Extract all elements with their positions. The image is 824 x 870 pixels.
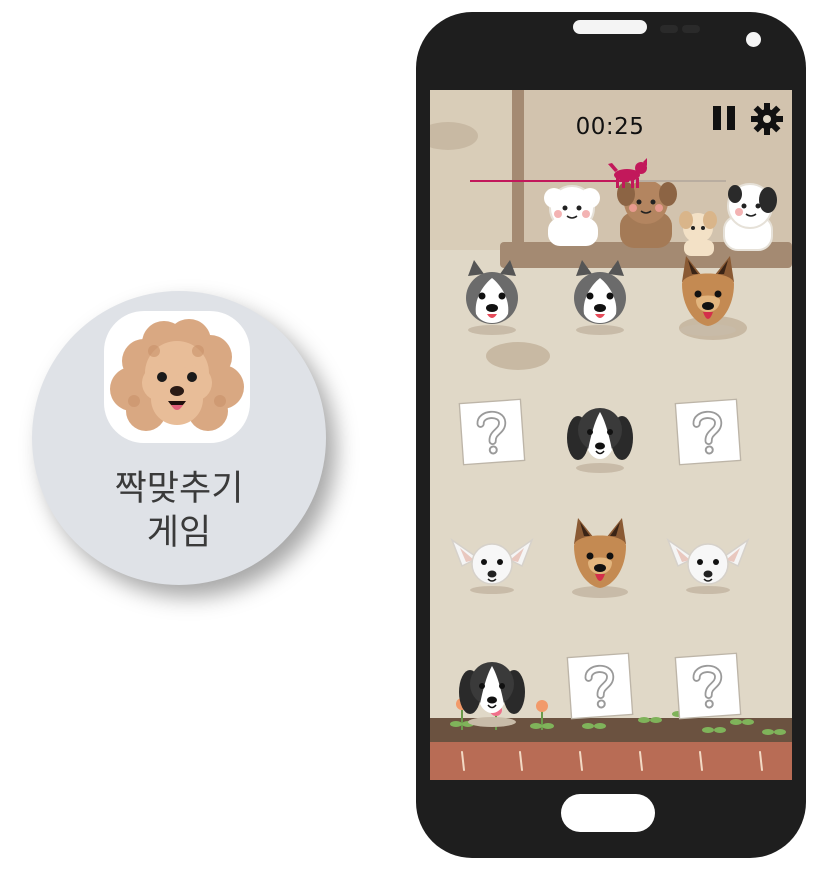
revealed-card[interactable] <box>450 518 534 598</box>
chihuahua-dog-icon <box>450 537 534 594</box>
husky-dog-icon <box>466 260 518 335</box>
hidden-card[interactable] <box>452 392 532 472</box>
gear-icon <box>751 103 783 135</box>
question-mark-icon <box>674 398 742 466</box>
spaniel-dog-icon <box>459 662 525 727</box>
husky-dog-icon <box>574 260 626 335</box>
poodle-face-icon <box>110 319 244 431</box>
question-mark-icon <box>674 652 742 720</box>
app-icon[interactable] <box>104 311 250 443</box>
app-badge: 짝맞추기 게임 <box>32 291 326 585</box>
revealed-card[interactable] <box>452 646 532 727</box>
hidden-card[interactable] <box>560 646 640 726</box>
pause-button[interactable] <box>710 104 738 132</box>
phone-frame: 00:25 <box>416 12 806 858</box>
spaniel-dog-icon <box>567 408 633 473</box>
time-progress-track <box>470 158 726 188</box>
question-mark-icon <box>458 398 526 466</box>
phone-sensor <box>682 25 700 33</box>
revealed-card[interactable] <box>666 518 750 598</box>
revealed-card[interactable] <box>452 256 532 336</box>
time-progress-fill <box>470 180 629 182</box>
shepherd-dog-icon <box>572 518 628 598</box>
game-timer: 00:25 <box>575 114 645 140</box>
progress-dog-marker <box>607 158 651 190</box>
phone-speaker <box>573 20 647 34</box>
card-grid <box>450 256 776 727</box>
revealed-card[interactable] <box>560 392 640 473</box>
hidden-card[interactable] <box>668 392 748 472</box>
question-mark-icon <box>566 652 634 720</box>
app-name: 짝맞추기 게임 <box>32 467 326 555</box>
phone-sensor <box>660 25 678 33</box>
game-screen: 00:25 <box>430 90 792 780</box>
revealed-card[interactable] <box>560 256 640 336</box>
shepherd-dog-icon <box>680 256 736 336</box>
running-dog-icon <box>607 158 647 188</box>
hidden-card[interactable] <box>668 646 748 726</box>
window-dogs <box>544 180 777 256</box>
revealed-card[interactable] <box>668 256 748 336</box>
front-camera-icon <box>746 32 761 47</box>
revealed-card[interactable] <box>560 518 640 598</box>
home-button[interactable] <box>561 794 655 832</box>
pause-icon <box>713 106 735 130</box>
chihuahua-dog-icon <box>666 537 750 594</box>
app-name-line1: 짝맞추기 <box>114 469 244 509</box>
app-name-line2: 게임 <box>146 513 212 553</box>
settings-button[interactable] <box>750 102 784 136</box>
